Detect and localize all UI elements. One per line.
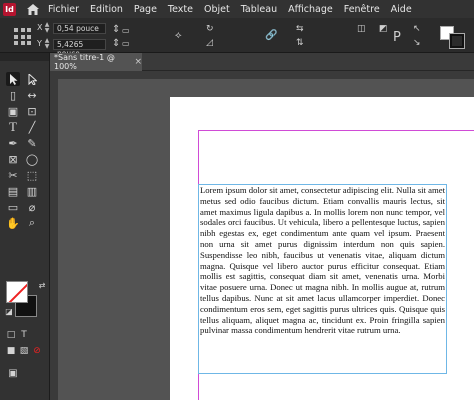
menu-tableau[interactable]: Tableau	[241, 4, 277, 15]
top-margin-guide	[198, 130, 474, 131]
width-field-icon[interactable]: ▭	[122, 26, 130, 35]
rotate-icon[interactable]: ↻	[206, 24, 214, 34]
zoom-tool-icon[interactable]: ⌕	[25, 216, 39, 230]
shear-icon[interactable]: ◿	[206, 38, 213, 48]
y-spinner-icon[interactable]: ▲ ▼	[44, 38, 50, 50]
default-colors-icon[interactable]: ◪	[2, 304, 16, 318]
close-icon[interactable]: ×	[134, 57, 142, 67]
select-container-icon[interactable]: ◫	[357, 24, 366, 34]
tab-document-label: *Sans titre-1 @ 100%	[54, 53, 115, 71]
x-label: X	[37, 23, 43, 32]
select-content-icon[interactable]: ◩	[379, 24, 388, 34]
tools-panel-header[interactable]	[0, 53, 49, 61]
menu-edition[interactable]: Edition	[90, 4, 123, 15]
home-icon[interactable]	[26, 2, 40, 16]
direct-selection-tool-icon[interactable]	[25, 72, 39, 86]
apply-none-icon[interactable]: ⊘	[30, 344, 44, 358]
selection-tool-icon[interactable]	[6, 72, 20, 86]
free-transform-tool-icon[interactable]: ⬚	[25, 168, 39, 182]
next-object-icon[interactable]: ↘	[413, 38, 421, 48]
formatting-container-icon[interactable]: □	[4, 328, 18, 342]
eyedropper-tool-icon[interactable]: ⌀	[25, 200, 39, 214]
flip-vertical-icon[interactable]: ⇅	[296, 38, 304, 48]
document-tab-strip: *Sans titre-1 @ 100% ×	[50, 53, 474, 71]
content-collector-icon[interactable]: ▣	[6, 104, 20, 118]
rotate-direction-icon[interactable]: P	[393, 30, 401, 45]
tab-document[interactable]: *Sans titre-1 @ 100% ×	[50, 53, 142, 71]
control-panel: X ▲▼ 0,54 pouce Y ▲▼ 5,4265 pouce ⇕ ⇕ ▭ …	[0, 18, 474, 58]
page-tool-icon[interactable]: ▯	[6, 88, 20, 102]
swap-colors-icon[interactable]: ⇄	[35, 278, 49, 292]
width-spinner-icon[interactable]: ⇕	[112, 24, 120, 35]
gap-tool-icon[interactable]: ↔	[25, 88, 39, 102]
horizontal-ruler[interactable]	[50, 71, 474, 79]
x-position-field[interactable]: 0,54 pouce	[53, 23, 106, 34]
reference-point-icon[interactable]	[14, 28, 32, 46]
previous-object-icon[interactable]: ↖	[413, 24, 421, 34]
fill-color-icon[interactable]	[6, 281, 28, 303]
pen-tool-icon[interactable]: ✒	[6, 136, 20, 150]
gradient-feather-tool-icon[interactable]: ▥	[25, 184, 39, 198]
flip-horizontal-icon[interactable]: ⇆	[296, 24, 304, 34]
note-tool-icon[interactable]: ▭	[6, 200, 20, 214]
height-spinner-icon[interactable]: ⇕	[112, 38, 120, 49]
apply-gradient-icon[interactable]: ▧	[17, 344, 31, 358]
text-frame[interactable]: Lorem ipsum dolor sit amet, consectetur …	[198, 184, 447, 374]
menu-bar: Id Fichier Edition Page Texte Objet Tabl…	[0, 0, 474, 18]
ellipse-tool-icon[interactable]: ◯	[25, 152, 39, 166]
menu-fenetre[interactable]: Fenêtre	[344, 4, 380, 15]
line-tool-icon[interactable]: ╱	[25, 120, 39, 134]
y-label: Y	[37, 39, 42, 48]
screen-mode-icon[interactable]: ▣	[6, 366, 20, 380]
vertical-ruler[interactable]	[50, 71, 58, 400]
menu-fichier[interactable]: Fichier	[48, 4, 79, 15]
height-field-icon[interactable]: ▭	[122, 39, 130, 48]
constrain-proportions-icon[interactable]: 🔗	[265, 30, 277, 41]
gradient-swatch-tool-icon[interactable]: ▤	[6, 184, 20, 198]
menu-texte[interactable]: Texte	[168, 4, 193, 15]
menu-affichage[interactable]: Affichage	[288, 4, 333, 15]
hand-tool-icon[interactable]: ✋	[6, 216, 20, 230]
scale-icon[interactable]: ⟡	[175, 30, 182, 41]
stroke-swatch-icon[interactable]	[449, 33, 465, 49]
type-tool-icon[interactable]: T	[6, 119, 20, 134]
pencil-tool-icon[interactable]: ✎	[25, 136, 39, 150]
menu-objet[interactable]: Objet	[204, 4, 230, 15]
rectangle-frame-tool-icon[interactable]: ⊠	[6, 152, 20, 166]
formatting-text-icon[interactable]: T	[17, 328, 31, 342]
tools-panel: ▯ ↔ ▣ ⊡ T ╱ ✒ ✎ ⊠ ◯ ✂ ⬚ ▤ ▥ ▭ ⌀ ✋ ⌕ ⇄ ◪ …	[0, 53, 50, 400]
body-text[interactable]: Lorem ipsum dolor sit amet, consectetur …	[199, 185, 446, 336]
apply-color-icon[interactable]: ■	[4, 344, 18, 358]
scissors-tool-icon[interactable]: ✂	[6, 168, 20, 182]
menu-aide[interactable]: Aide	[391, 4, 412, 15]
indesign-logo-icon: Id	[3, 2, 16, 16]
y-position-field[interactable]: 5,4265 pouce	[53, 39, 106, 58]
content-placer-icon[interactable]: ⊡	[25, 104, 39, 118]
x-spinner-icon[interactable]: ▲ ▼	[44, 22, 50, 34]
menu-page[interactable]: Page	[134, 4, 157, 15]
